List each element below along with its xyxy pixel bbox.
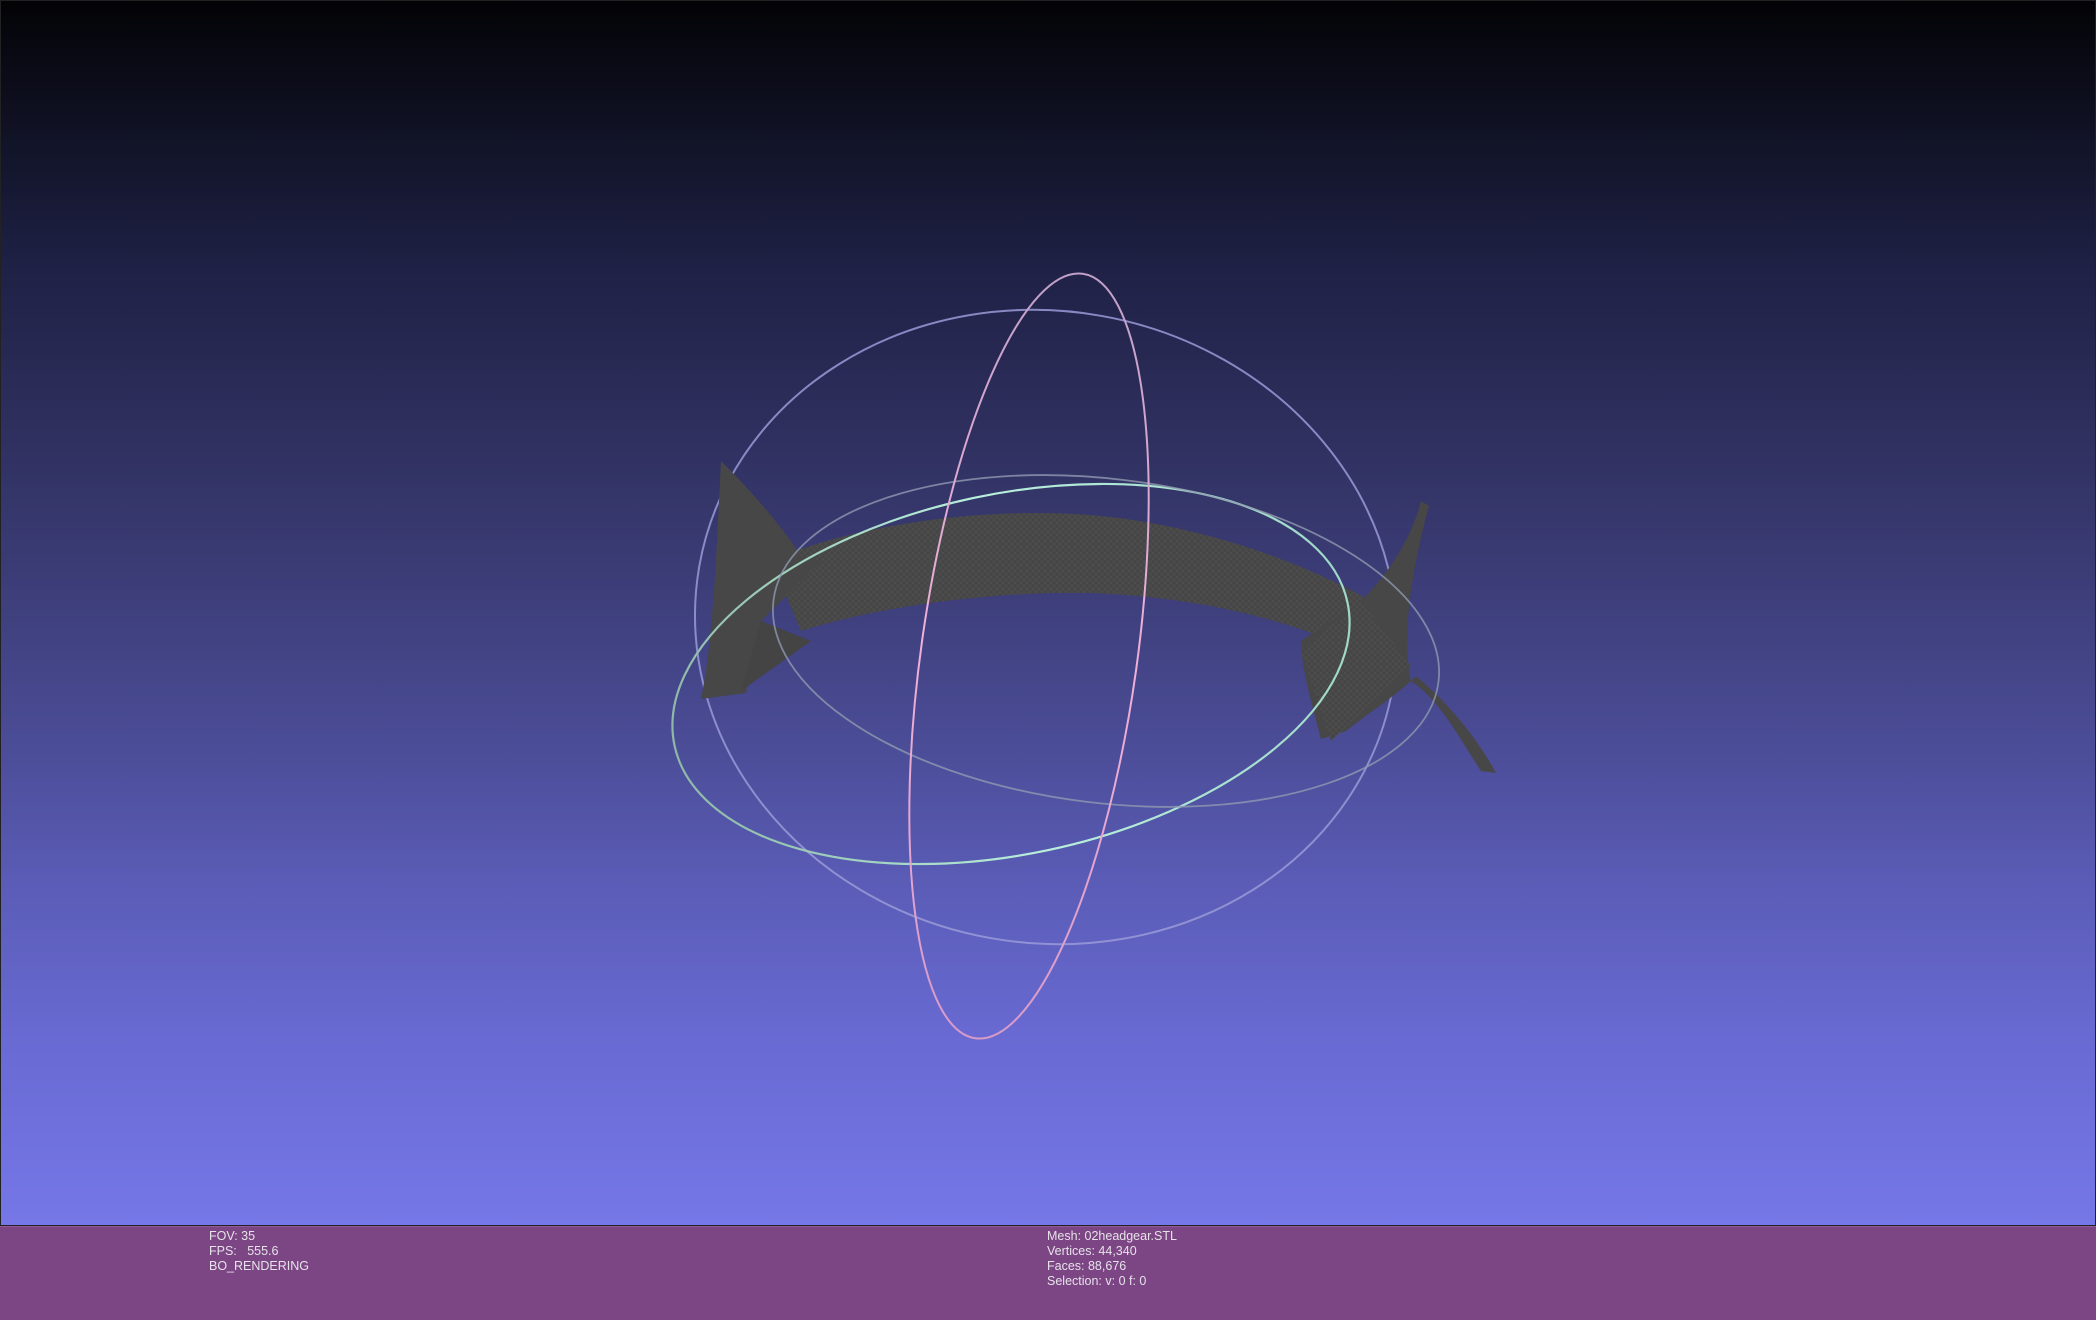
3d-viewport[interactable] bbox=[0, 0, 2096, 1226]
selection-label: Selection: v: 0 f: 0 bbox=[1047, 1274, 1147, 1288]
render-info: FOV: 35 FPS: 555.6 BO_RENDERING bbox=[209, 1229, 309, 1274]
headgear-mesh[interactable] bbox=[701, 461, 1496, 773]
trackball-ring-vertical[interactable] bbox=[868, 259, 1189, 1054]
fov-label: FOV: 35 bbox=[209, 1229, 256, 1243]
mesh-name-label: Mesh: 02headgear.STL bbox=[1047, 1229, 1177, 1243]
render-mode-label: BO_RENDERING bbox=[209, 1259, 310, 1273]
fps-label: FPS: 555.6 bbox=[209, 1244, 279, 1258]
status-info-bar: FOV: 35 FPS: 555.6 BO_RENDERING Mesh: 02… bbox=[0, 1226, 2096, 1320]
faces-count-label: Faces: 88,676 bbox=[1047, 1259, 1127, 1273]
scene-canvas[interactable] bbox=[1, 1, 2096, 1227]
mesh-info: Mesh: 02headgear.STL Vertices: 44,340 Fa… bbox=[1047, 1229, 1177, 1289]
vertices-count-label: Vertices: 44,340 bbox=[1047, 1244, 1137, 1258]
